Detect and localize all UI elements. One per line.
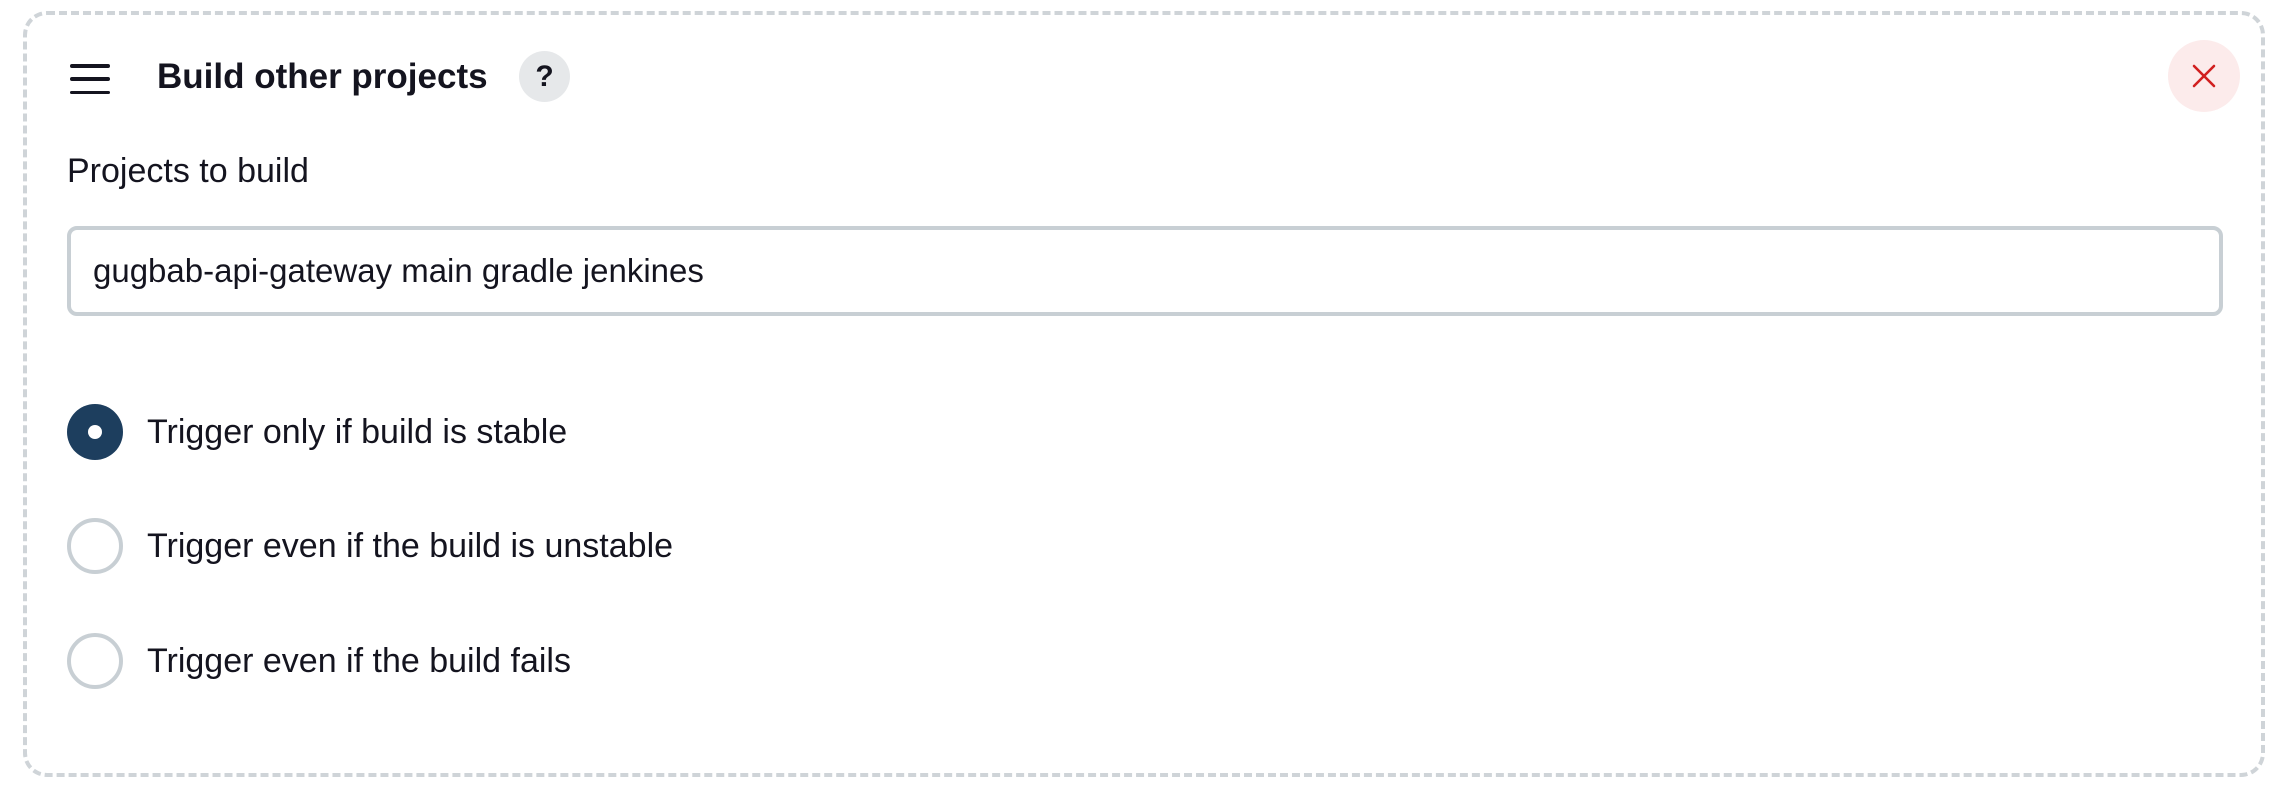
radio-stable[interactable] [67, 404, 123, 460]
drag-handle-bar [70, 90, 110, 94]
radio-fails[interactable] [67, 633, 123, 689]
trigger-option-stable[interactable]: Trigger only if build is stable [67, 404, 567, 460]
close-icon [2192, 64, 2216, 88]
trigger-option-unstable[interactable]: Trigger even if the build is unstable [67, 518, 673, 574]
radio-unstable[interactable] [67, 518, 123, 574]
help-icon: ? [535, 59, 554, 93]
drag-handle-bar [70, 77, 110, 81]
drag-handle-icon[interactable] [70, 64, 110, 94]
trigger-option-fails[interactable]: Trigger even if the build fails [67, 633, 571, 689]
help-button[interactable]: ? [519, 51, 570, 102]
trigger-option-label: Trigger even if the build fails [147, 642, 571, 680]
section-title: Build other projects [157, 57, 488, 96]
trigger-option-label: Trigger only if build is stable [147, 413, 568, 451]
delete-step-button[interactable] [2168, 40, 2240, 112]
trigger-option-label: Trigger even if the build is unstable [147, 527, 674, 565]
projects-to-build-label: Projects to build [67, 152, 309, 190]
drag-handle-bar [70, 64, 110, 68]
projects-to-build-input[interactable] [67, 226, 2223, 316]
